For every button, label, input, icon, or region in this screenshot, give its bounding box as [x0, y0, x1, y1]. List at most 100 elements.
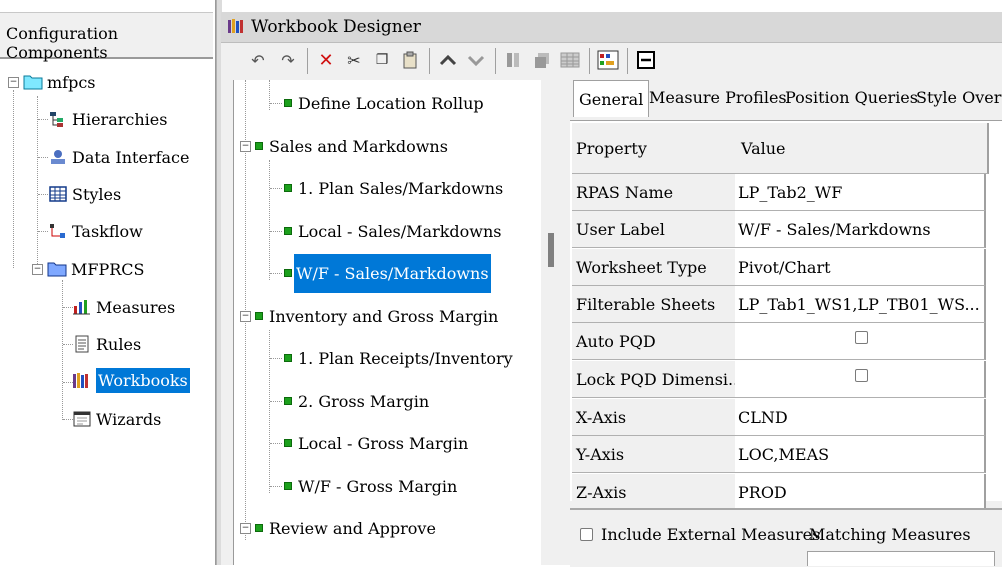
tree-group-row[interactable]: − Inventory and Gross Margin	[240, 302, 498, 330]
tree-row-label: Sales and Markdowns	[269, 136, 448, 156]
tree-item-wizards[interactable]: Wizards	[72, 405, 161, 433]
tree-item-label: mfpcs	[47, 72, 96, 92]
property-value[interactable]: W/F - Sales/Markdowns	[735, 211, 986, 248]
designer-title-bar: Workbook Designer	[221, 12, 1002, 43]
tree-item-taskflow[interactable]: Taskflow	[48, 217, 143, 245]
tree-row-label: Review and Approve	[269, 518, 436, 538]
workbooks-books-icon	[72, 371, 92, 389]
tree-item-label: Measures	[96, 297, 176, 317]
tree-item-label: Hierarchies	[72, 109, 168, 129]
chart-icon[interactable]	[595, 47, 621, 73]
configuration-header: Configuration Components	[0, 12, 213, 62]
collapse-toggle-icon[interactable]: −	[32, 263, 43, 275]
node-icon	[284, 184, 292, 192]
workbook-designer-icon	[227, 18, 245, 39]
wizards-window-icon	[72, 410, 92, 428]
tree-leaf-row[interactable]: Local - Gross Margin	[270, 429, 468, 457]
tree-item-mfpcs[interactable]: − mfpcs	[8, 68, 96, 96]
property-value[interactable]: CLND	[735, 399, 986, 436]
node-icon	[284, 227, 292, 235]
collapse-toggle-icon[interactable]: −	[240, 522, 251, 534]
matching-measures-label: Matching Measures	[809, 525, 971, 544]
tree-row-label: Inventory and Gross Margin	[269, 306, 499, 326]
tab-icon[interactable]	[501, 47, 527, 73]
tree-row-label: 1. Plan Sales/Markdowns	[298, 178, 504, 198]
property-key: RPAS Name	[572, 174, 737, 211]
property-checkbox[interactable]	[854, 369, 868, 382]
property-value[interactable]: Pivot/Chart	[735, 249, 986, 286]
matching-measures-list[interactable]	[807, 551, 995, 566]
tree-leaf-row[interactable]: W/F - Sales/Markdowns	[270, 253, 491, 293]
tree-leaf-row[interactable]: W/F - Gross Margin	[270, 472, 457, 500]
grid-icon[interactable]	[557, 47, 583, 73]
property-value[interactable]: LP_Tab1_WS1,LP_TB01_WS...	[735, 286, 986, 323]
node-icon	[255, 524, 263, 532]
tree-item-styles[interactable]: Styles	[48, 180, 121, 208]
move-down-icon[interactable]	[463, 47, 489, 73]
tree-scrollbar[interactable]	[541, 80, 561, 565]
property-key: Worksheet Type	[572, 249, 737, 286]
taskflow-icon	[48, 222, 68, 240]
tree-row-label: Define Location Rollup	[298, 93, 484, 113]
tree-leaf-row[interactable]: 1. Plan Receipts/Inventory	[270, 344, 513, 372]
tree-row-label: 2. Gross Margin	[298, 391, 430, 411]
tree-group-row[interactable]: − Sales and Markdowns	[240, 132, 448, 160]
property-key: Auto PQD	[572, 323, 737, 360]
tree-item-measures[interactable]: Measures	[72, 293, 175, 321]
node-icon	[284, 482, 292, 490]
tab-measure-profiles[interactable]: Measure Profiles	[644, 80, 792, 114]
collapse-icon[interactable]	[633, 47, 659, 73]
tree-leaf-row[interactable]: Define Location Rollup	[270, 89, 484, 117]
tree-item-label: Rules	[96, 334, 142, 354]
property-checkbox[interactable]	[854, 331, 868, 344]
tree-row-label: 1. Plan Receipts/Inventory	[298, 348, 513, 368]
measures-chart-icon	[72, 298, 92, 316]
tree-item-label: Wizards	[96, 409, 162, 429]
collapse-toggle-icon[interactable]: −	[240, 140, 251, 152]
collapse-toggle-icon[interactable]: −	[240, 310, 251, 322]
property-value[interactable]: LP_Tab2_WF	[735, 174, 986, 211]
cut-icon[interactable]: ✂	[341, 47, 367, 73]
collapse-toggle-icon[interactable]: −	[8, 76, 19, 88]
copy-icon[interactable]: ❐	[369, 47, 395, 73]
property-value[interactable]: PROD	[735, 474, 986, 511]
tree-item-rules[interactable]: Rules	[72, 330, 141, 358]
include-external-label: Include External Measures	[601, 525, 821, 544]
include-external-checkbox[interactable]	[580, 528, 593, 541]
property-checkbox-cell[interactable]	[735, 323, 986, 360]
tree-item-mfprcs[interactable]: − MFPRCS	[32, 255, 145, 283]
tree-row-label: W/F - Sales/Markdowns	[294, 253, 491, 293]
tree-leaf-row[interactable]: 2. Gross Margin	[270, 387, 429, 415]
tree-item-label: Styles	[72, 184, 122, 204]
configuration-title: Configuration Components	[6, 24, 119, 62]
redo-icon[interactable]: ↷	[275, 47, 301, 73]
tree-item-workbooks[interactable]: Workbooks	[72, 366, 190, 394]
include-external-measures[interactable]: Include External Measures	[580, 525, 820, 544]
tab-position-queries[interactable]: Position Queries	[780, 80, 923, 114]
undo-icon[interactable]: ↶	[245, 47, 271, 73]
property-checkbox-cell[interactable]	[735, 361, 986, 398]
delete-icon[interactable]: ✕	[313, 47, 339, 73]
rules-document-icon	[72, 335, 92, 353]
tree-row-label: W/F - Gross Margin	[298, 476, 458, 496]
property-key: X-Axis	[572, 399, 737, 436]
tab-style-overrides[interactable]: Style Overri	[911, 80, 1002, 114]
tree-scrollbar-thumb[interactable]	[548, 233, 554, 267]
tree-row-label: Local - Gross Margin	[298, 433, 469, 453]
tree-row-label: Local - Sales/Markdowns	[298, 221, 502, 241]
styles-grid-icon	[48, 185, 68, 203]
node-icon	[284, 397, 292, 405]
tree-leaf-row[interactable]: Local - Sales/Markdowns	[270, 217, 502, 245]
tree-item-hierarchies[interactable]: Hierarchies	[48, 105, 167, 133]
tree-group-row[interactable]: − Review and Approve	[240, 514, 436, 542]
tree-item-data-interface[interactable]: Data Interface	[48, 143, 189, 171]
tree-leaf-row[interactable]: 1. Plan Sales/Markdowns	[270, 174, 503, 202]
value-header: Value	[735, 123, 989, 174]
property-key: Z-Axis	[572, 474, 737, 511]
designer-toolbar: ↶ ↷ ✕ ✂ ❐	[235, 44, 1002, 80]
move-up-icon[interactable]	[435, 47, 461, 73]
tab-general[interactable]: General	[573, 80, 650, 117]
window-icon[interactable]	[529, 47, 555, 73]
paste-icon[interactable]	[397, 47, 423, 73]
property-value[interactable]: LOC,MEAS	[735, 436, 986, 473]
